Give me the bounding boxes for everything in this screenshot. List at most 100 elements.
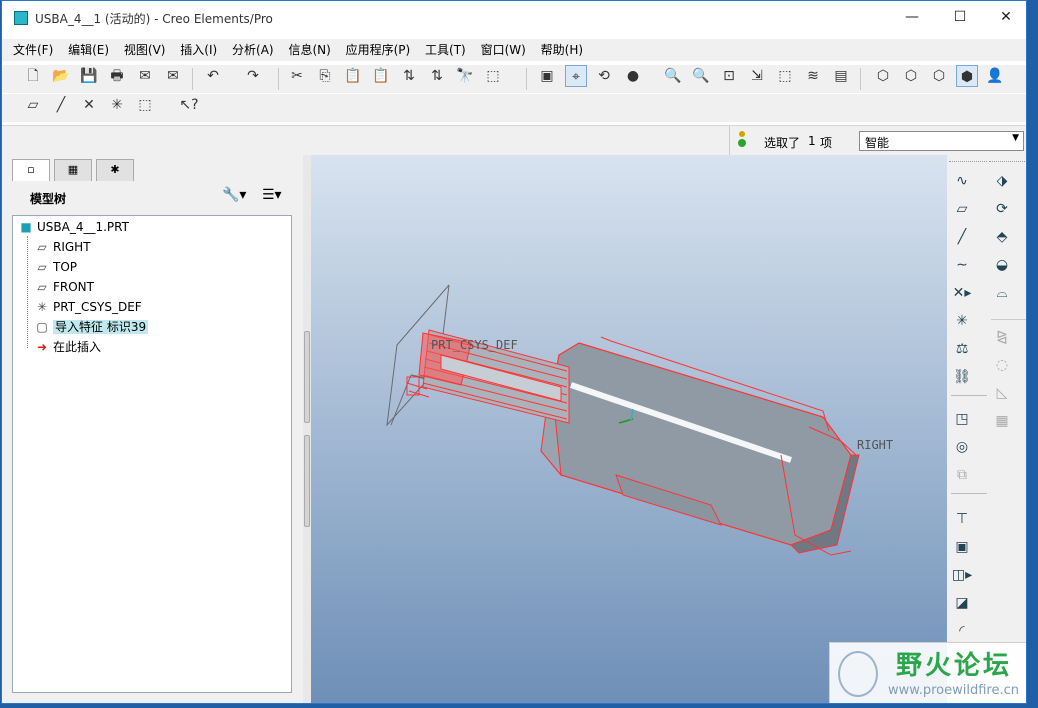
- datum-plane-edge: [390, 374, 412, 426]
- tree-item-insert-here[interactable]: ➜ 在此插入: [35, 338, 101, 356]
- send-mail-link-icon[interactable]: ✉: [162, 65, 184, 87]
- csys-tool-icon[interactable]: ✳: [950, 309, 974, 333]
- revolve-tool-icon[interactable]: ⟳: [990, 197, 1014, 221]
- boundary-blend-icon[interactable]: ⌓: [990, 281, 1014, 305]
- hidden-line-icon[interactable]: ⬡: [900, 65, 922, 87]
- menu-help[interactable]: 帮助(H): [541, 39, 583, 61]
- no-hidden-icon[interactable]: ⬡: [928, 65, 950, 87]
- sketch-curve-icon[interactable]: ∿: [950, 169, 974, 193]
- sketch-tool-icon[interactable]: ◳: [950, 407, 974, 431]
- trim-tool-icon[interactable]: ◺: [990, 381, 1014, 405]
- print-icon[interactable]: 🖶: [106, 65, 128, 87]
- analysis-tool-icon[interactable]: ⚖: [950, 337, 974, 361]
- close-button[interactable]: ✕: [992, 7, 1020, 27]
- menu-file[interactable]: 文件(F): [13, 39, 53, 61]
- appearance-sphere-icon[interactable]: ●: [622, 65, 644, 87]
- tree-item-right[interactable]: ▱ RIGHT: [35, 238, 90, 256]
- mirror-tool-icon[interactable]: ⧎: [990, 325, 1014, 349]
- model-tree-toggle-icon[interactable]: 👤: [984, 65, 1006, 87]
- watermark-logo: [838, 651, 878, 697]
- new-file-icon[interactable]: 🗋: [22, 65, 44, 87]
- save-icon[interactable]: 💾: [78, 65, 100, 87]
- minimize-button[interactable]: —: [898, 7, 926, 27]
- menu-applications[interactable]: 应用程序(P): [346, 39, 411, 61]
- redo-icon[interactable]: ↷: [242, 65, 264, 87]
- plane-display-icon[interactable]: ▱: [22, 94, 44, 116]
- layers-icon[interactable]: ≋: [802, 65, 824, 87]
- menu-analysis[interactable]: 分析(A): [232, 39, 274, 61]
- reorient-icon[interactable]: ⇲: [746, 65, 768, 87]
- datum-axis-tool-icon[interactable]: ╱: [950, 225, 974, 249]
- merge-tool-icon[interactable]: ◌: [990, 353, 1014, 377]
- tree-item-top[interactable]: ▱ TOP: [35, 258, 77, 276]
- sketch-option-icon[interactable]: ⧉: [950, 463, 974, 487]
- zoom-out-icon[interactable]: 🔍: [690, 65, 712, 87]
- tab-folder-browser[interactable]: ▦: [54, 159, 92, 181]
- maximize-button[interactable]: ☐: [946, 7, 974, 27]
- regenerate-icon[interactable]: ⇅: [398, 65, 420, 87]
- menu-tools[interactable]: 工具(T): [425, 39, 466, 61]
- copy-icon[interactable]: ⎘: [314, 65, 336, 87]
- paste-icon[interactable]: 📋: [342, 65, 364, 87]
- csys-display-icon[interactable]: ✳: [106, 94, 128, 116]
- context-help-icon[interactable]: ↖?: [178, 94, 200, 116]
- wireframe-icon[interactable]: ⬡: [872, 65, 894, 87]
- sweep-tool-icon[interactable]: ⬘: [990, 225, 1014, 249]
- annotation-display-icon[interactable]: ⬚: [134, 94, 156, 116]
- status-separator: [729, 126, 730, 156]
- chain-tool-icon[interactable]: ⛓: [950, 365, 974, 389]
- datum-point-tool-icon[interactable]: ✕▸: [950, 281, 974, 305]
- show-menu-icon[interactable]: ☰▾: [262, 187, 282, 203]
- menu-insert[interactable]: 插入(I): [180, 39, 217, 61]
- datum-plane-icon: ▱: [37, 280, 47, 294]
- saved-views-icon[interactable]: ⬚: [774, 65, 796, 87]
- settings-tools-icon[interactable]: 🔧▾: [222, 187, 246, 203]
- datum-curve-tool-icon[interactable]: ∼: [950, 253, 974, 277]
- navigator-panel: ▫ ▦ ✱ 模型树 🔧▾ ☰▾ ■ USBA_4__1.PRT ▱ RIGHT ▱ T…: [2, 155, 305, 703]
- panel-splitter[interactable]: [303, 155, 311, 703]
- toolbar-separator: [860, 68, 861, 90]
- pattern-tool-icon[interactable]: ▦: [990, 409, 1014, 433]
- menu-view[interactable]: 视图(V): [124, 39, 166, 61]
- round-tool-icon[interactable]: ◜: [950, 619, 974, 643]
- paste-special-icon[interactable]: 📋: [370, 65, 392, 87]
- shading-icon[interactable]: ⬢: [956, 65, 978, 87]
- view-manager-icon[interactable]: ▤: [830, 65, 852, 87]
- tab-model-tree[interactable]: ▫: [12, 159, 50, 181]
- shell-tool-icon[interactable]: ▣: [950, 535, 974, 559]
- tree-root[interactable]: ■ USBA_4__1.PRT: [19, 218, 129, 236]
- splitter-grip[interactable]: [304, 331, 310, 423]
- import-feature-icon: ▢: [36, 320, 48, 334]
- axis-display-icon[interactable]: ╱: [50, 94, 72, 116]
- repaint-icon[interactable]: ▣: [536, 65, 558, 87]
- cut-icon[interactable]: ✂: [286, 65, 308, 87]
- splitter-grip[interactable]: [304, 435, 310, 527]
- spin-center-icon[interactable]: ⌖: [565, 65, 587, 87]
- tree-item-front[interactable]: ▱ FRONT: [35, 278, 94, 296]
- undo-icon[interactable]: ↶: [202, 65, 224, 87]
- menu-edit[interactable]: 编辑(E): [68, 39, 109, 61]
- find-icon[interactable]: 🔭: [454, 65, 476, 87]
- send-mail-icon[interactable]: ✉: [134, 65, 156, 87]
- sketch-view-icon[interactable]: ◎: [950, 435, 974, 459]
- selection-filter-dropdown[interactable]: 智能 ▼: [859, 131, 1024, 151]
- extrude-tool-icon[interactable]: ⬗: [990, 169, 1014, 193]
- rib-tool-icon[interactable]: ◫▸: [950, 563, 974, 587]
- datum-plane-tool-icon[interactable]: ▱: [950, 197, 974, 221]
- hole-tool-icon[interactable]: ⊤: [950, 507, 974, 531]
- refit-icon[interactable]: ⊡: [718, 65, 740, 87]
- graphics-viewport[interactable]: PRT_CSYS_DEF RIGHT: [311, 155, 947, 703]
- select-box-icon[interactable]: ⬚: [482, 65, 504, 87]
- tree-item-csys[interactable]: ✳ PRT_CSYS_DEF: [35, 298, 142, 316]
- zoom-in-icon[interactable]: 🔍: [662, 65, 684, 87]
- orient-mode-icon[interactable]: ⟲: [593, 65, 615, 87]
- draft-tool-icon[interactable]: ◪: [950, 591, 974, 615]
- open-folder-icon[interactable]: 📂: [50, 65, 72, 87]
- regenerate-manager-icon[interactable]: ⇅: [426, 65, 448, 87]
- tab-favorites[interactable]: ✱: [96, 159, 134, 181]
- menu-info[interactable]: 信息(N): [288, 39, 330, 61]
- menu-window[interactable]: 窗口(W): [481, 39, 526, 61]
- point-display-icon[interactable]: ✕: [78, 94, 100, 116]
- tree-item-import-feature[interactable]: ▢ 导入特征 标识39: [35, 318, 149, 336]
- blend-tool-icon[interactable]: ◒: [990, 253, 1014, 277]
